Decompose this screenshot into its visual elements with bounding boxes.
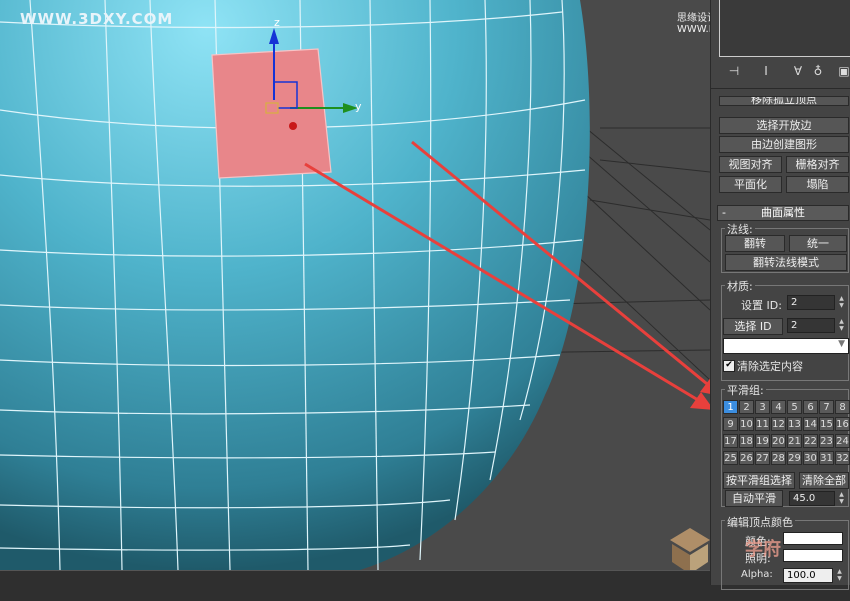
- smoothing-group-9-button[interactable]: 9: [723, 417, 738, 431]
- smoothing-group-14-button[interactable]: 14: [803, 417, 818, 431]
- clear-all-button[interactable]: 清除全部: [799, 472, 849, 489]
- set-id-spinner[interactable]: ▲ ▼: [837, 295, 846, 310]
- flip-button[interactable]: 翻转: [725, 235, 785, 252]
- smoothing-group-5-button[interactable]: 5: [787, 400, 802, 414]
- trash-icon[interactable]: ♁: [811, 64, 825, 80]
- smoothing-group-23-button[interactable]: 23: [819, 434, 834, 448]
- smoothing-group-8-button[interactable]: 8: [835, 400, 850, 414]
- view-align-button[interactable]: 视图对齐: [719, 156, 782, 173]
- smoothing-group-17-button[interactable]: 17: [723, 434, 738, 448]
- alpha-input[interactable]: 100.0: [783, 568, 833, 583]
- smoothing-group-3-button[interactable]: 3: [755, 400, 770, 414]
- vertex-color-swatch[interactable]: [783, 532, 843, 545]
- auto-smooth-spinner[interactable]: ▲ ▼: [837, 491, 846, 506]
- smoothing-group-31-button[interactable]: 31: [819, 451, 834, 465]
- modifier-stack-list[interactable]: [719, 0, 850, 57]
- surface-properties-rollout[interactable]: - 曲面属性: [717, 205, 849, 221]
- select-open-edges-button[interactable]: 选择开放边: [719, 117, 849, 134]
- smoothing-group-28-button[interactable]: 28: [771, 451, 786, 465]
- unify-button[interactable]: 统一: [789, 235, 847, 252]
- flip-normal-mode-button[interactable]: 翻转法线模式: [725, 254, 847, 271]
- select-by-sg-button[interactable]: 按平滑组选择: [723, 472, 795, 489]
- watermark-site: WWW.3DXY.COM: [20, 10, 174, 28]
- smoothing-group-27-button[interactable]: 27: [755, 451, 770, 465]
- smoothing-group-25-button[interactable]: 25: [723, 451, 738, 465]
- smoothing-group-26-button[interactable]: 26: [739, 451, 754, 465]
- select-id-input[interactable]: 2: [787, 318, 835, 333]
- chevron-down-icon: ▼: [838, 339, 845, 349]
- create-shape-from-edges-button[interactable]: 由边创建图形: [719, 136, 849, 153]
- grid-align-button[interactable]: 栅格对齐: [786, 156, 849, 173]
- select-id-button[interactable]: 选择 ID: [723, 318, 783, 335]
- smoothing-group-15-button[interactable]: 15: [819, 417, 834, 431]
- funnel-icon[interactable]: ∀: [791, 64, 805, 80]
- smoothing-groups-label: 平滑组:: [725, 382, 766, 398]
- gizmo-y-label: y: [355, 100, 362, 113]
- rollout-collapse-toggle[interactable]: -: [722, 206, 726, 220]
- smoothing-group-29-button[interactable]: 29: [787, 451, 802, 465]
- pipe-icon[interactable]: Ⅰ: [759, 64, 773, 80]
- smoothing-group-19-button[interactable]: 19: [755, 434, 770, 448]
- smoothing-group-30-button[interactable]: 30: [803, 451, 818, 465]
- clear-selection-label: 清除选定内容: [737, 360, 803, 373]
- select-id-spinner[interactable]: ▲ ▼: [837, 318, 846, 333]
- smoothing-group-12-button[interactable]: 12: [771, 417, 786, 431]
- viewport-perspective[interactable]: WWW.3DXY.COM z y: [0, 0, 710, 570]
- scene: [0, 0, 710, 570]
- auto-smooth-button[interactable]: 自动平滑: [725, 490, 783, 507]
- illumination-color-swatch[interactable]: [783, 549, 843, 562]
- smoothing-group-24-button[interactable]: 24: [835, 434, 850, 448]
- collapse-button[interactable]: 塌陷: [786, 176, 849, 193]
- material-name-dropdown[interactable]: ▼: [723, 338, 849, 354]
- smoothing-group-21-button[interactable]: 21: [787, 434, 802, 448]
- edit-vertex-colors-label: 编辑顶点颜色: [725, 514, 795, 530]
- smoothing-group-22-button[interactable]: 22: [803, 434, 818, 448]
- smoothing-group-13-button[interactable]: 13: [787, 417, 802, 431]
- smoothing-group-11-button[interactable]: 11: [755, 417, 770, 431]
- smoothing-group-10-button[interactable]: 10: [739, 417, 754, 431]
- planarize-button[interactable]: 平面化: [719, 176, 782, 193]
- modifier-stack-toolbar: ⊣ Ⅰ ∀ ♁ ▣: [719, 64, 850, 84]
- auto-smooth-threshold-input[interactable]: 45.0: [789, 491, 835, 506]
- set-id-input[interactable]: 2: [787, 295, 835, 310]
- remove-isolated-vertices-button[interactable]: 移除孤立顶点: [719, 96, 849, 106]
- alpha-spinner[interactable]: ▲ ▼: [835, 568, 844, 583]
- smoothing-group-2-button[interactable]: 2: [739, 400, 754, 414]
- smoothing-group-16-button[interactable]: 16: [835, 417, 850, 431]
- smoothing-group-20-button[interactable]: 20: [771, 434, 786, 448]
- material-group-label: 材质:: [725, 278, 755, 294]
- alpha-label: Alpha:: [741, 569, 773, 580]
- set-id-label: 设置 ID:: [741, 299, 782, 312]
- smoothing-group-1-button[interactable]: 1: [723, 400, 738, 414]
- command-panel: ⊣ Ⅰ ∀ ♁ ▣ 移除孤立顶点 选择开放边 由边创建图形 视图对齐 栅格对齐 …: [710, 0, 850, 590]
- clear-selection-checkbox[interactable]: ✔: [723, 360, 735, 372]
- pin-icon[interactable]: ⊣: [727, 64, 741, 80]
- smoothing-group-7-button[interactable]: 7: [819, 400, 834, 414]
- smoothing-group-32-button[interactable]: 32: [835, 451, 850, 465]
- smoothing-group-18-button[interactable]: 18: [739, 434, 754, 448]
- gizmo-z-label: z: [274, 16, 280, 29]
- smoothing-group-4-button[interactable]: 4: [771, 400, 786, 414]
- config-icon[interactable]: ▣: [837, 64, 850, 80]
- smoothing-group-6-button[interactable]: 6: [803, 400, 818, 414]
- watermark-brand: 学府: [745, 539, 781, 560]
- rollout-title: 曲面属性: [761, 206, 805, 219]
